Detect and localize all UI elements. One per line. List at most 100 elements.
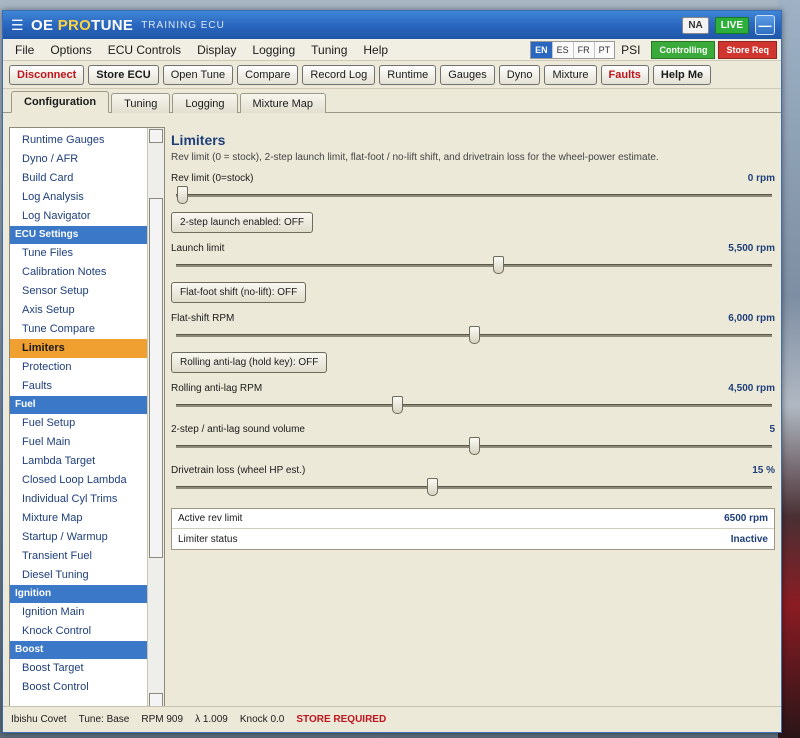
faults-button[interactable]: Faults [600, 64, 649, 85]
sidebar-list: Runtime ValuesRuntime GaugesDyno / AFRBu… [10, 128, 148, 697]
setting-slider[interactable] [171, 396, 775, 414]
menu-file[interactable]: File [7, 43, 42, 57]
page-description: Rev limit (0 = stock), 2-step launch lim… [171, 152, 659, 163]
hamburger-menu-icon[interactable]: ☰ [11, 18, 25, 32]
lang-pt[interactable]: PT [594, 41, 615, 58]
sidebar-item-individual-cyl-trims[interactable]: Individual Cyl Trims [10, 490, 148, 509]
sidebar-item-tune-compare[interactable]: Tune Compare [10, 320, 148, 339]
setting-slider[interactable] [171, 256, 775, 274]
toggle-wrapper: Rolling anti-lag (hold key): OFF [171, 344, 775, 373]
toggle-button[interactable]: 2-step launch enabled: OFF [171, 212, 313, 233]
status-label: Active rev limit [178, 513, 243, 524]
tab-logging[interactable]: Logging [172, 93, 238, 113]
sidebar-item-log-navigator[interactable]: Log Navigator [10, 207, 148, 226]
scroll-down-arrow[interactable] [149, 693, 163, 707]
tab-mixture-map[interactable]: Mixture Map [239, 93, 327, 113]
slider-thumb[interactable] [427, 478, 439, 496]
runtime-button[interactable]: Runtime [379, 64, 437, 85]
setting-row: Rolling anti-lag RPM 4,500 rpm [171, 383, 775, 394]
sidebar-item-closed-loop-lambda[interactable]: Closed Loop Lambda [10, 471, 148, 490]
sidebar-item-diesel-tuning[interactable]: Diesel Tuning [10, 566, 148, 585]
menu-logging[interactable]: Logging [244, 43, 303, 57]
scroll-thumb[interactable] [149, 198, 163, 558]
sidebar-section-boost: Boost [10, 641, 148, 659]
menu-ecu-controls[interactable]: ECU Controls [100, 43, 189, 57]
lambda-readout: λ 1.009 [195, 714, 228, 725]
toggle-button[interactable]: Rolling anti-lag (hold key): OFF [171, 352, 328, 373]
sidebar-item-ignition-main[interactable]: Ignition Main [10, 603, 148, 622]
title-bar: ☰ OE PROTUNE TRAINING ECU NA LIVE — [3, 11, 781, 39]
sidebar-item-lambda-target[interactable]: Lambda Target [10, 452, 148, 471]
compare-button[interactable]: Compare [237, 64, 299, 85]
minimize-button[interactable]: — [755, 15, 775, 35]
sidebar-item-boost-target[interactable]: Boost Target [10, 659, 148, 678]
sidebar-item-knock-control[interactable]: Knock Control [10, 622, 148, 641]
sidebar-item-build-card[interactable]: Build Card [10, 169, 148, 188]
sidebar-item-fuel-setup[interactable]: Fuel Setup [10, 414, 148, 433]
gauges-button[interactable]: Gauges [440, 64, 495, 85]
menu-help[interactable]: Help [355, 43, 396, 57]
setting-row: Launch limit 5,500 rpm [171, 243, 775, 254]
menu-tuning[interactable]: Tuning [303, 43, 355, 57]
toggle-button[interactable]: Flat-foot shift (no-lift): OFF [171, 282, 307, 303]
setting-slider[interactable] [171, 326, 775, 344]
sidebar-item-protection[interactable]: Protection [10, 358, 148, 377]
app-window: ☰ OE PROTUNE TRAINING ECU NA LIVE — File… [2, 10, 782, 733]
app-title: OE PROTUNE [31, 17, 133, 34]
menu-bar: File Options ECU Controls Display Loggin… [3, 39, 781, 61]
sidebar-item-transient-fuel[interactable]: Transient Fuel [10, 547, 148, 566]
sidebar-scrollbar[interactable] [147, 128, 164, 708]
tab-configuration[interactable]: Configuration [11, 91, 110, 113]
slider-thumb[interactable] [492, 256, 504, 274]
sidebar-item-log-analysis[interactable]: Log Analysis [10, 188, 148, 207]
units-toggle[interactable]: PSI [621, 43, 640, 57]
mixture-button[interactable]: Mixture [544, 64, 597, 85]
lang-es[interactable]: ES [552, 41, 574, 58]
sidebar-section-ignition: Ignition [10, 585, 148, 603]
sidebar-item-tune-files[interactable]: Tune Files [10, 244, 148, 263]
toggle-wrapper: Flat-foot shift (no-lift): OFF [171, 274, 775, 303]
sidebar-item-fuel-main[interactable]: Fuel Main [10, 433, 148, 452]
sidebar-item-mixture-map[interactable]: Mixture Map [10, 509, 148, 528]
disconnect-button[interactable]: Disconnect [9, 64, 85, 85]
sidebar-item-dyno-afr[interactable]: Dyno / AFR [10, 150, 148, 169]
sidebar-item-startup-warmup[interactable]: Startup / Warmup [10, 528, 148, 547]
lang-en[interactable]: EN [531, 41, 553, 58]
menu-options[interactable]: Options [42, 43, 99, 57]
slider-track [176, 486, 772, 489]
slider-thumb[interactable] [176, 186, 188, 204]
dyno-button[interactable]: Dyno [498, 64, 541, 85]
open-tune-button[interactable]: Open Tune [162, 64, 234, 85]
sidebar-item-faults[interactable]: Faults [10, 377, 148, 396]
record-log-button[interactable]: Record Log [302, 64, 376, 85]
setting-slider[interactable] [171, 186, 775, 204]
content-area: Runtime ValuesRuntime GaugesDyno / AFRBu… [3, 121, 781, 709]
sidebar-item-axis-setup[interactable]: Axis Setup [10, 301, 148, 320]
settings-list: Rev limit (0=stock) 0 rpm 2-step launch en… [171, 173, 775, 496]
setting-value: 15 % [752, 465, 775, 476]
sidebar-item-limiters[interactable]: Limiters [10, 339, 148, 358]
slider-thumb[interactable] [391, 396, 403, 414]
sidebar-item-calibration-notes[interactable]: Calibration Notes [10, 263, 148, 282]
page-title: Limiters [171, 132, 226, 148]
lang-fr[interactable]: FR [573, 41, 595, 58]
slider-track [176, 404, 772, 407]
sidebar-item-sensor-setup[interactable]: Sensor Setup [10, 282, 148, 301]
app-subtitle: TRAINING ECU [141, 19, 225, 31]
store-ecu-button[interactable]: Store ECU [88, 64, 159, 85]
setting-row: Drivetrain loss (wheel HP est.) 15 % [171, 465, 775, 476]
slider-thumb[interactable] [469, 326, 480, 344]
status-value: 6500 rpm [724, 513, 768, 524]
sidebar-item-boost-control[interactable]: Boost Control [10, 678, 148, 697]
na-badge: NA [682, 16, 709, 34]
scroll-up-arrow[interactable] [149, 129, 163, 143]
tab-tuning[interactable]: Tuning [111, 93, 171, 113]
title-accent: PRO [57, 16, 92, 34]
setting-slider[interactable] [171, 437, 775, 455]
setting-slider[interactable] [171, 478, 775, 496]
menu-display[interactable]: Display [189, 43, 244, 57]
slider-track [176, 194, 772, 197]
slider-thumb[interactable] [469, 437, 480, 455]
sidebar-item-runtime-gauges[interactable]: Runtime Gauges [10, 131, 148, 150]
help-me-button[interactable]: Help Me [652, 64, 712, 85]
